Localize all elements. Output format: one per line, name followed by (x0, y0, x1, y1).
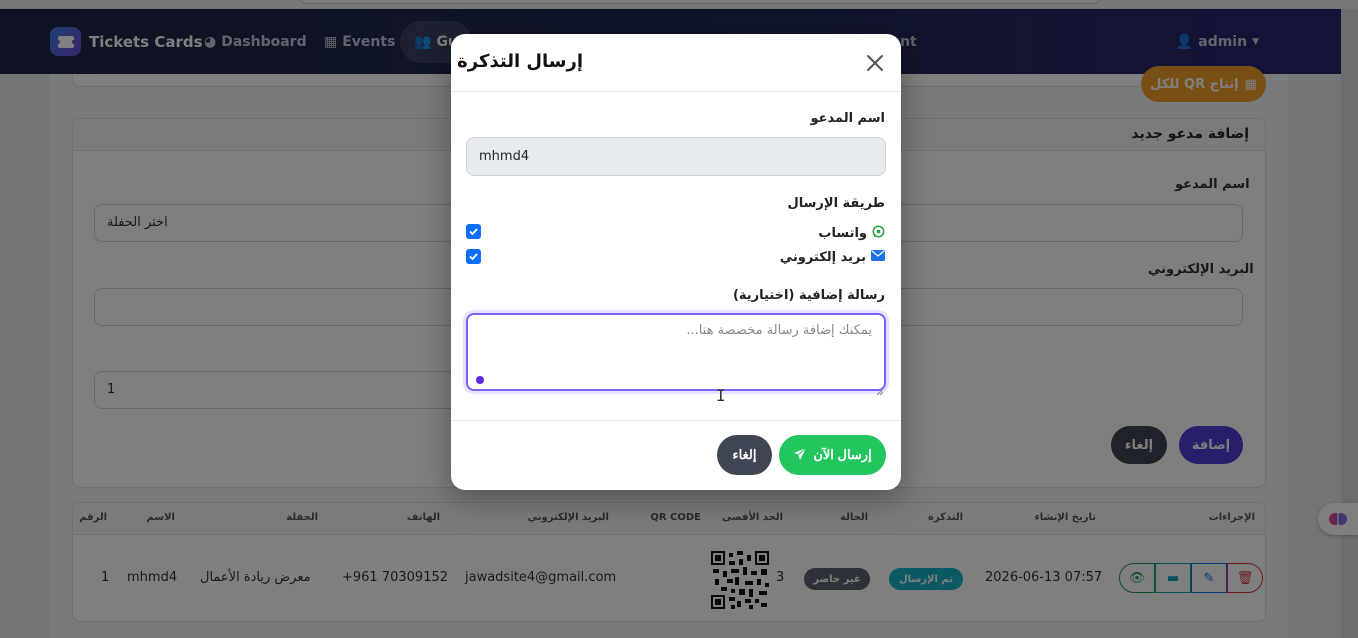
modal-header: إرسال التذكرة (451, 34, 901, 92)
resize-handle-icon[interactable] (876, 381, 884, 396)
email-option-label: بريد إلكتروني (779, 250, 866, 265)
modal-title: إرسال التذكرة (457, 51, 583, 72)
text-cursor-icon: I (716, 386, 726, 405)
extra-message-textarea[interactable] (466, 313, 886, 391)
guest-name-field-label: اسم المدعو (810, 111, 885, 126)
extra-message-label: رسالة إضافية (اختيارية) (732, 288, 885, 303)
whatsapp-option[interactable]: واتساب (818, 225, 885, 242)
modal-cancel-button[interactable]: إلغاء (717, 435, 772, 475)
send-method-label: طريقة الإرسال (787, 196, 885, 211)
send-now-button[interactable]: إرسال الآن (779, 435, 886, 475)
guest-name-field[interactable] (466, 137, 886, 176)
whatsapp-label: واتساب (818, 226, 867, 241)
grammar-extension-icon[interactable] (476, 376, 484, 384)
email-option[interactable]: بريد إلكتروني (780, 250, 885, 265)
paper-plane-icon (793, 447, 807, 464)
email-checkbox[interactable] (466, 249, 481, 264)
whatsapp-checkbox[interactable] (466, 224, 481, 239)
send-ticket-modal: إرسال التذكرة اسم المدعو طريقة الإرسال و… (451, 34, 901, 490)
envelope-icon (871, 250, 885, 265)
send-now-label: إرسال الآن (813, 447, 872, 462)
whatsapp-icon (872, 225, 885, 242)
close-icon[interactable] (865, 53, 885, 73)
